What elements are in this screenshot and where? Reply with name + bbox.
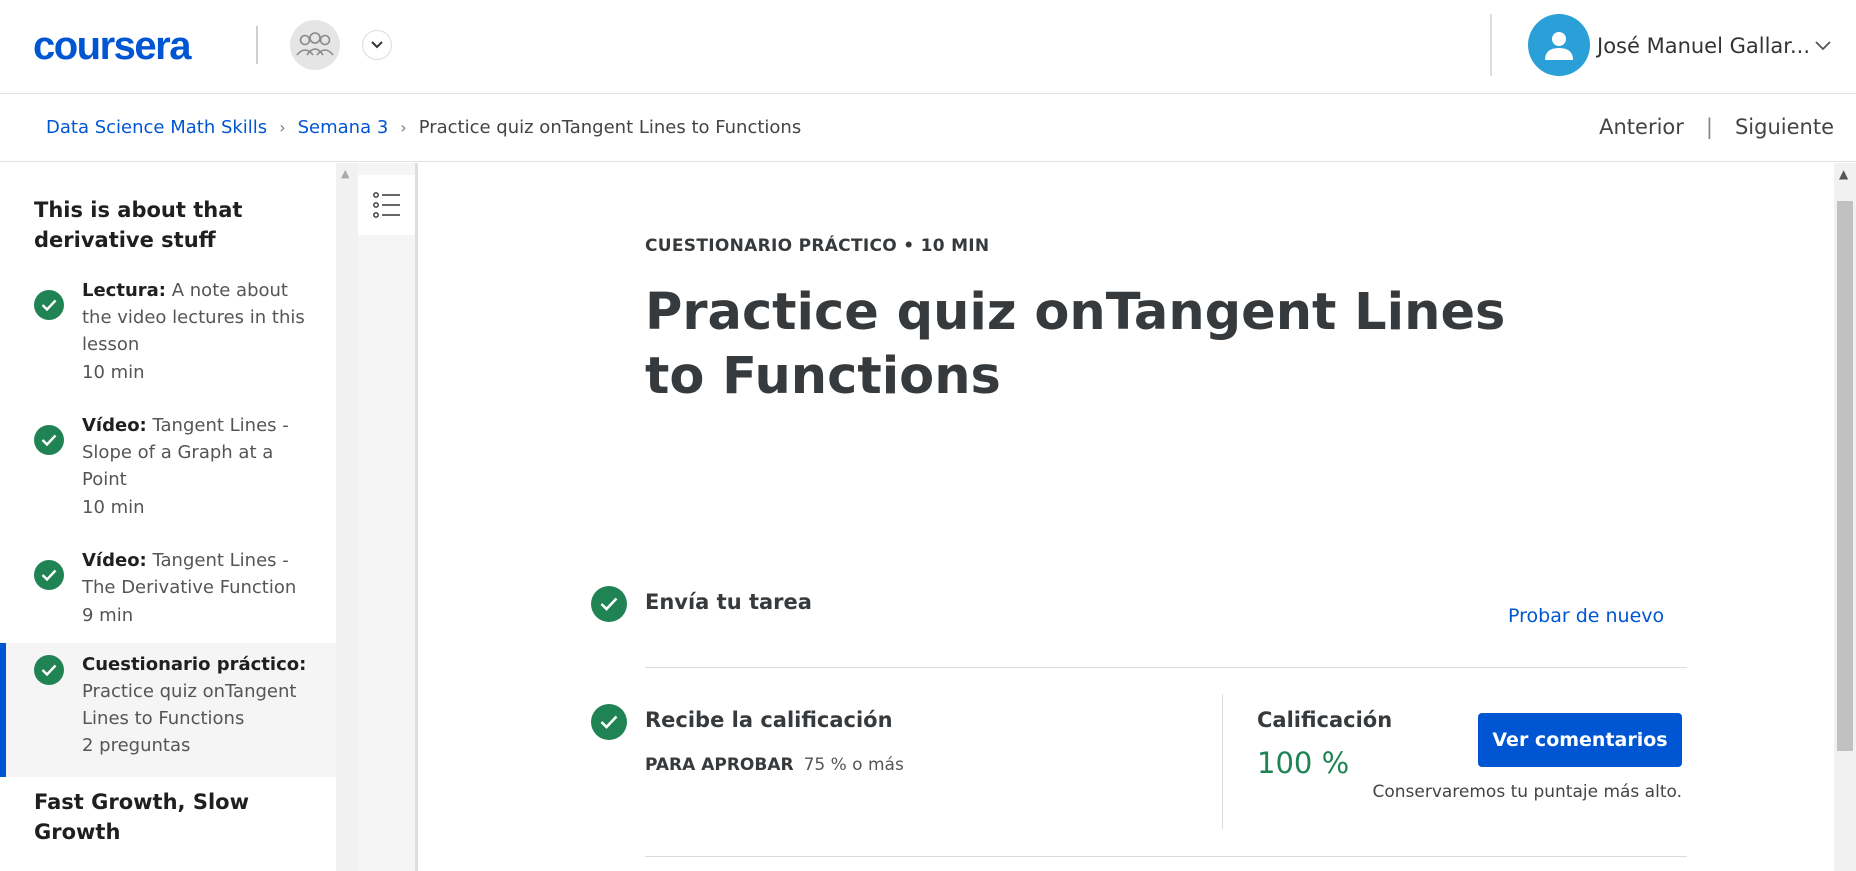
breadcrumb-current: Practice quiz onTangent Lines to Functio… xyxy=(418,117,802,138)
sidebar-item-label: Lectura: A note about the video lectures… xyxy=(82,280,305,355)
submit-assignment-label: Envía tu tarea xyxy=(645,590,812,614)
switcher-chevron-down-icon[interactable] xyxy=(362,30,392,60)
divider xyxy=(645,856,1687,857)
completed-check-icon xyxy=(34,560,64,590)
grade-value: 100 % xyxy=(1257,746,1350,780)
sidebar-item-label: Vídeo: Tangent Lines - The Derivative Fu… xyxy=(82,550,297,598)
main-scrollbar[interactable]: ▲ xyxy=(1834,163,1856,871)
course-sidebar: This is about that derivative stuff Lect… xyxy=(0,163,336,871)
sidebar-item-label: Cuestionario práctico: Practice quiz onTa… xyxy=(82,654,307,729)
sidebar-item-video-derivative[interactable]: Vídeo: Tangent Lines - The Derivative Fu… xyxy=(0,543,336,651)
completed-check-icon xyxy=(34,425,64,455)
sidebar-item-reading[interactable]: Lectura: A note about the video lectures… xyxy=(0,273,336,408)
chevron-right-icon: › xyxy=(279,118,286,137)
content-toolbar xyxy=(358,163,418,871)
item-kicker: CUESTIONARIO PRÁCTICO • 10 MIN xyxy=(645,236,990,256)
completed-check-icon xyxy=(34,290,64,320)
sidebar-item-duration: 10 min xyxy=(82,497,145,518)
sidebar-scrollbar[interactable]: ▲ xyxy=(336,163,358,871)
next-section-title[interactable]: Fast Growth, Slow Growth xyxy=(34,787,314,847)
breadcrumb-bar: Data Science Math Skills › Semana 3 › Pr… xyxy=(0,95,1856,162)
receive-grade-label: Recibe la calificación xyxy=(645,708,893,732)
breadcrumb-week[interactable]: Semana 3 xyxy=(298,117,389,138)
view-feedback-button[interactable]: Ver comentarios xyxy=(1478,713,1682,767)
retry-link[interactable]: Probar de nuevo xyxy=(1508,605,1664,627)
sidebar-item-duration: 2 preguntas xyxy=(82,735,191,756)
keep-highest-score-note: Conservaremos tu puntaje más alto. xyxy=(1372,782,1682,802)
grade-divider xyxy=(1222,694,1223,829)
graded-check-icon xyxy=(591,704,627,740)
next-link[interactable]: Siguiente xyxy=(1735,115,1834,139)
submitted-check-icon xyxy=(591,586,627,622)
header-divider-right xyxy=(1490,14,1492,76)
coursera-logo[interactable]: coursera xyxy=(33,24,191,69)
user-avatar[interactable] xyxy=(1528,14,1590,76)
scrollbar-thumb[interactable] xyxy=(1837,201,1853,751)
sidebar-item-duration: 9 min xyxy=(82,605,134,626)
completed-check-icon xyxy=(34,655,64,685)
breadcrumb: Data Science Math Skills › Semana 3 › Pr… xyxy=(46,117,801,138)
divider xyxy=(645,667,1687,668)
list-toggle-icon[interactable] xyxy=(358,175,415,235)
passing-requirement: PARA APROBAR 75 % o más xyxy=(645,755,904,775)
group-icon[interactable] xyxy=(290,20,340,70)
breadcrumb-course[interactable]: Data Science Math Skills xyxy=(46,117,267,138)
top-header: coursera José Manuel Gallar... xyxy=(0,0,1856,94)
scroll-up-arrow-icon[interactable]: ▲ xyxy=(341,167,349,180)
sidebar-item-practice-quiz[interactable]: Cuestionario práctico: Practice quiz onTa… xyxy=(0,643,336,777)
user-menu-chevron-down-icon[interactable] xyxy=(1815,36,1831,55)
nav-divider: | xyxy=(1705,115,1713,139)
chevron-right-icon: › xyxy=(400,118,407,137)
grade-label: Calificación xyxy=(1257,708,1393,732)
sidebar-item-duration: 10 min xyxy=(82,362,145,383)
page-title: Practice quiz onTangent Lines to Functio… xyxy=(645,283,1506,406)
previous-link[interactable]: Anterior xyxy=(1599,115,1684,139)
sidebar-item-video-slope[interactable]: Vídeo: Tangent Lines - Slope of a Graph … xyxy=(0,408,336,543)
item-navigation: Anterior | Siguiente xyxy=(1599,115,1834,139)
user-name[interactable]: José Manuel Gallar... xyxy=(1597,34,1810,58)
scroll-up-arrow-icon[interactable]: ▲ xyxy=(1839,167,1848,181)
section-title: This is about that derivative stuff xyxy=(34,198,243,252)
header-divider xyxy=(256,26,258,64)
sidebar-item-label: Vídeo: Tangent Lines - Slope of a Graph … xyxy=(82,415,289,490)
main-content: CUESTIONARIO PRÁCTICO • 10 MIN Practice … xyxy=(421,163,1834,871)
